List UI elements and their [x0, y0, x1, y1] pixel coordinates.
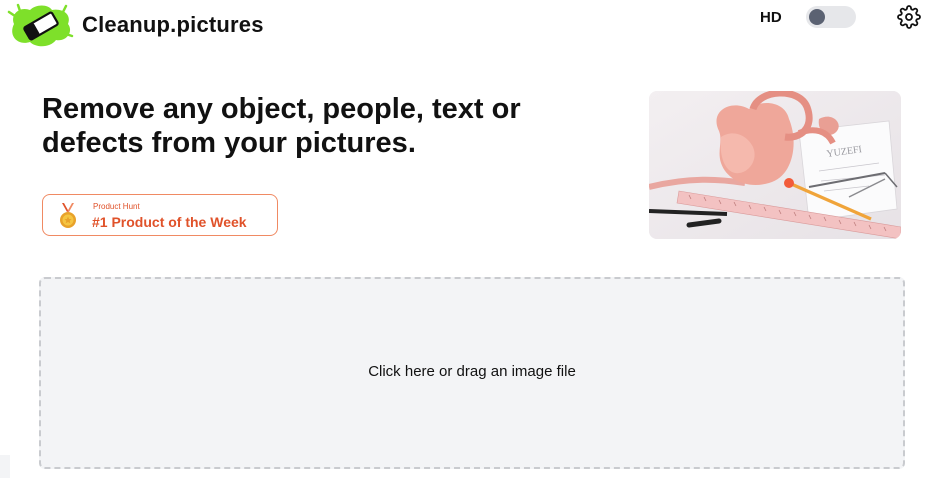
hero-image: YUZEFI [649, 91, 901, 239]
hd-label: HD [760, 9, 782, 26]
product-hunt-badge[interactable]: Product Hunt #1 Product of the Week [42, 194, 278, 236]
eraser-logo-icon[interactable] [6, 2, 76, 48]
headline-line-2: defects from your pictures. [42, 127, 416, 159]
medal-icon [60, 203, 76, 228]
badge-source: Product Hunt [93, 202, 140, 211]
gear-icon[interactable] [897, 5, 921, 29]
image-dropzone[interactable]: Click here or drag an image file [39, 277, 905, 469]
headline-line-1: Remove any object, people, text or [42, 93, 521, 125]
handbag-photo: YUZEFI [649, 91, 901, 239]
page-title: Remove any object, people, text or defec… [42, 92, 642, 160]
hd-toggle-knob [809, 9, 825, 25]
page-edge-fragment [0, 455, 10, 478]
hd-toggle[interactable] [806, 6, 856, 28]
badge-title: #1 Product of the Week [92, 214, 247, 230]
dropzone-label: Click here or drag an image file [368, 363, 576, 380]
app-header: Cleanup.pictures HD [0, 0, 936, 52]
brand-name[interactable]: Cleanup.pictures [82, 12, 264, 38]
